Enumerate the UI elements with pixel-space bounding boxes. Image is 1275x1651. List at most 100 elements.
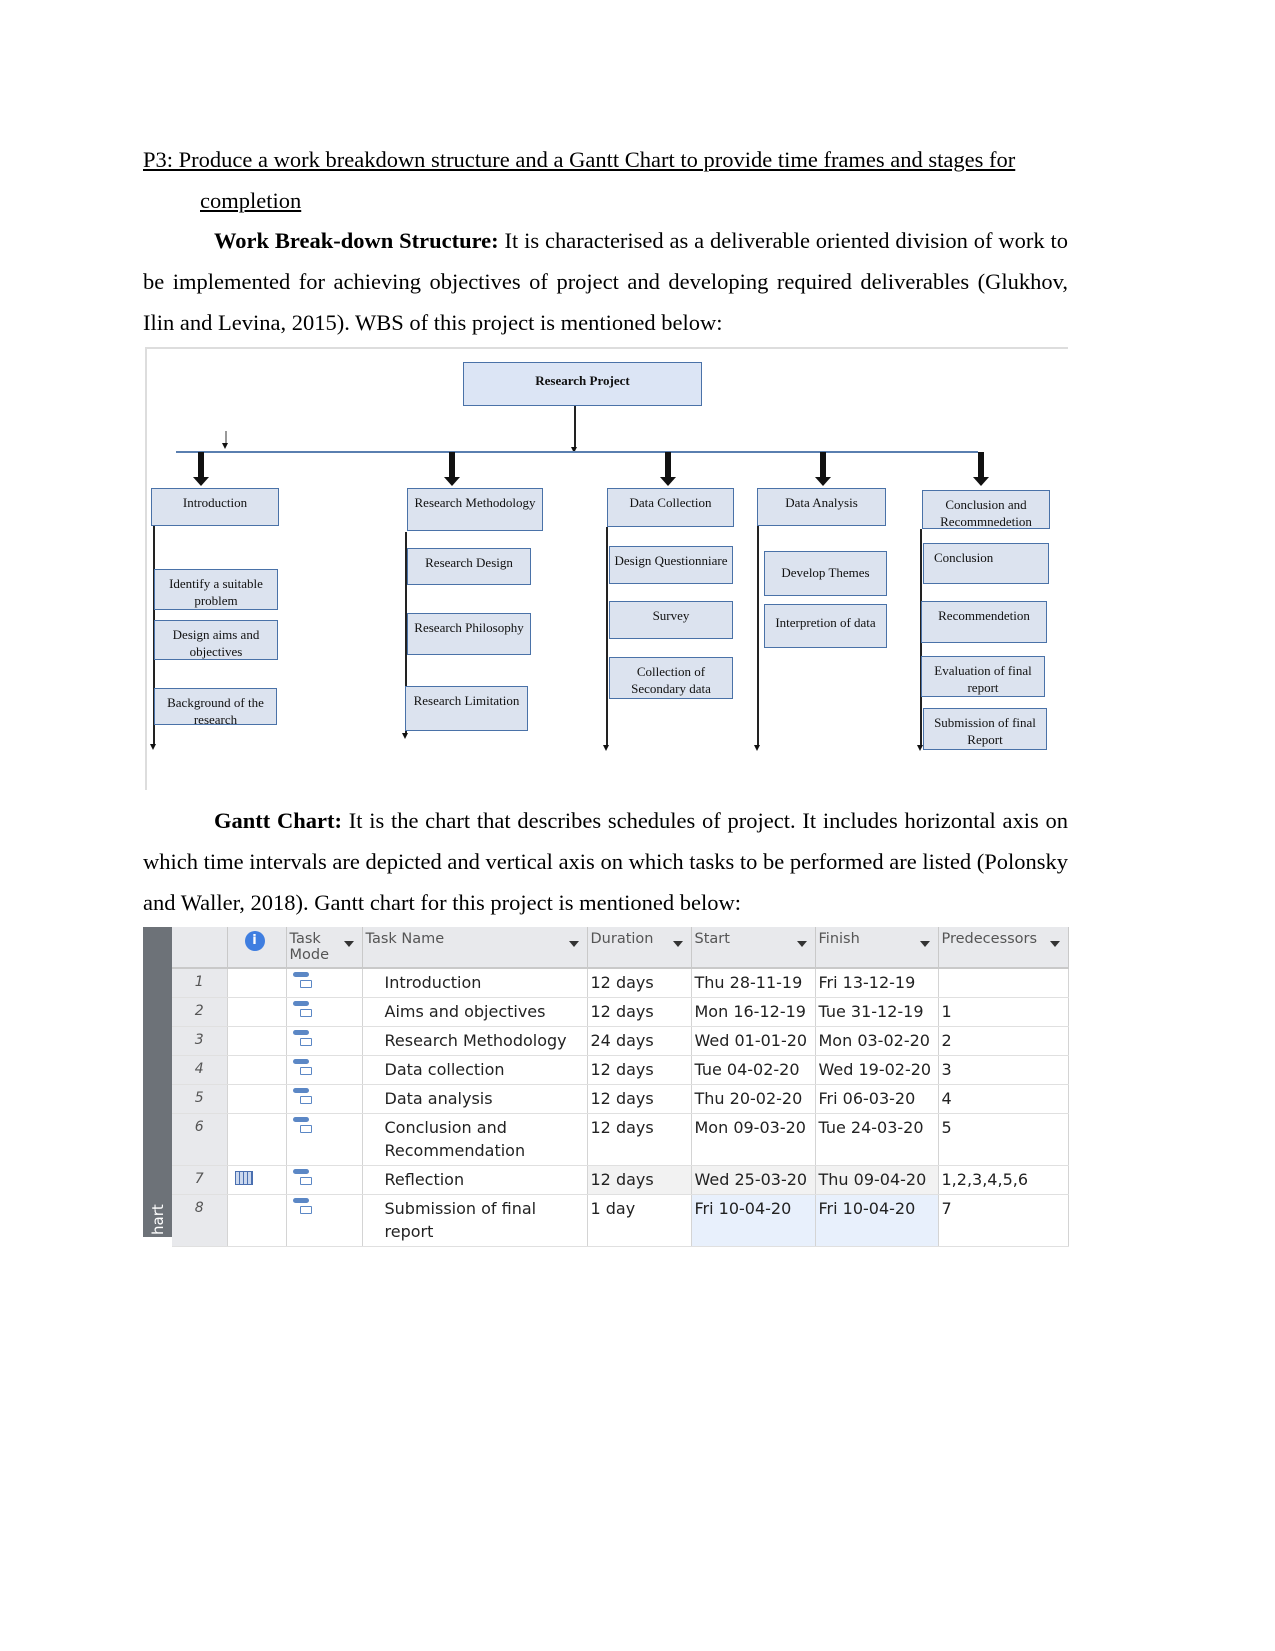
auto-scheduled-icon [292, 1058, 312, 1076]
task-mode-cell[interactable] [286, 1165, 363, 1195]
auto-scheduled-icon [292, 1168, 312, 1186]
duration-cell[interactable]: 12 days [587, 997, 692, 1027]
start-cell[interactable]: Mon 09-03-20 [691, 1113, 816, 1166]
start-cell[interactable]: Mon 16-12-19 [691, 997, 816, 1027]
finish-cell[interactable]: Wed 19-02-20 [815, 1055, 939, 1085]
arrow-down-icon [444, 452, 460, 486]
table-row[interactable]: 1 Introduction 12 days Thu 28-11-19 Fri 13-1… [172, 968, 1069, 998]
finish-cell[interactable]: Fri 13-12-19 [815, 968, 939, 998]
table-row[interactable]: 6 Conclusion and Recommendation 12 days Mon… [172, 1113, 1069, 1166]
dropdown-arrow-icon[interactable] [1049, 941, 1060, 947]
start-cell[interactable]: Tue 04-02-20 [691, 1055, 816, 1085]
task-mode-cell[interactable] [286, 1055, 363, 1085]
row-number[interactable]: 4 [172, 1055, 228, 1085]
finish-cell[interactable]: Mon 03-02-20 [815, 1026, 939, 1056]
predecessors-cell[interactable]: 1 [938, 997, 1069, 1027]
duration-cell[interactable]: 12 days [587, 1113, 692, 1166]
header-row: i Task Mode Task Name Duration Start Fin… [172, 927, 1069, 969]
wbs-item: Interpretion of data [764, 604, 887, 648]
wbs-data-analysis: Data Analysis [757, 488, 886, 526]
task-name-cell[interactable]: Data collection [362, 1055, 588, 1085]
task-name-cell[interactable]: Research Methodology [362, 1026, 588, 1056]
task-name-cell[interactable]: Aims and objectives [362, 997, 588, 1027]
task-mode-cell[interactable] [286, 968, 363, 998]
wbs-conclusion-recommendation: Conclusion and Recommnedetion [922, 490, 1050, 529]
predecessors-cell[interactable]: 7 [938, 1194, 1069, 1247]
task-mode-cell[interactable] [286, 1026, 363, 1056]
header-task-name[interactable]: Task Name [362, 927, 588, 969]
predecessors-cell[interactable]: 2 [938, 1026, 1069, 1056]
finish-cell[interactable]: Fri 10-04-20 [815, 1194, 939, 1247]
finish-cell[interactable]: Fri 06-03-20 [815, 1084, 939, 1114]
start-cell[interactable]: Fri 10-04-20 [691, 1194, 816, 1247]
duration-cell[interactable]: 24 days [587, 1026, 692, 1056]
task-mode-cell[interactable] [286, 1194, 363, 1247]
header-finish[interactable]: Finish [815, 927, 939, 969]
task-name-cell[interactable]: Reflection [362, 1165, 588, 1195]
row-number[interactable]: 1 [172, 968, 228, 998]
task-name-cell[interactable]: Conclusion and Recommendation [362, 1113, 588, 1166]
finish-cell[interactable]: Thu 09-04-20 [815, 1165, 939, 1195]
predecessors-cell[interactable]: 1,2,3,4,5,6 [938, 1165, 1069, 1195]
table-row[interactable]: 5 Data analysis 12 days Thu 20-02-20 Fri 06-… [172, 1084, 1069, 1114]
dropdown-arrow-icon[interactable] [919, 941, 930, 947]
start-cell[interactable]: Thu 28-11-19 [691, 968, 816, 998]
section-heading: P3: Produce a work breakdown structure a… [143, 147, 1016, 213]
info-icon: i [244, 931, 265, 951]
task-mode-cell[interactable] [286, 1084, 363, 1114]
header-duration[interactable]: Duration [587, 927, 692, 969]
duration-cell[interactable]: 12 days [587, 1084, 692, 1114]
task-name-cell[interactable]: Data analysis [362, 1084, 588, 1114]
indicator-cell [227, 1084, 287, 1114]
indicator-cell [227, 1113, 287, 1166]
dropdown-arrow-icon[interactable] [343, 941, 354, 947]
wbs-item: Submission of final Report [923, 708, 1047, 750]
finish-cell[interactable]: Tue 31-12-19 [815, 997, 939, 1027]
predecessors-cell[interactable]: 4 [938, 1084, 1069, 1114]
finish-cell[interactable]: Tue 24-03-20 [815, 1113, 939, 1166]
branch-connector [754, 526, 760, 751]
dropdown-arrow-icon[interactable] [568, 941, 579, 947]
row-number[interactable]: 2 [172, 997, 228, 1027]
view-bar[interactable]: hart [143, 927, 172, 1237]
predecessors-cell[interactable]: 3 [938, 1055, 1069, 1085]
header-predecessors[interactable]: Predecessors [938, 927, 1069, 969]
table-row[interactable]: 3 Research Methodology 24 days Wed 01-01-20… [172, 1026, 1069, 1056]
start-cell[interactable]: Wed 25-03-20 [691, 1165, 816, 1195]
task-mode-cell[interactable] [286, 997, 363, 1027]
table-row[interactable]: 4 Data collection 12 days Tue 04-02-20 Wed 1… [172, 1055, 1069, 1085]
dropdown-arrow-icon[interactable] [796, 941, 807, 947]
duration-cell[interactable]: 12 days [587, 968, 692, 998]
indicator-cell [227, 1026, 287, 1056]
row-number[interactable]: 8 [172, 1194, 228, 1247]
predecessors-cell[interactable] [938, 968, 1069, 998]
indicator-cell [227, 997, 287, 1027]
indicator-cell [227, 1194, 287, 1247]
table-row[interactable]: 2 Aims and objectives 12 days Mon 16-12-19 T… [172, 997, 1069, 1027]
duration-cell[interactable]: 1 day [587, 1194, 692, 1247]
calendar-icon [234, 1171, 253, 1185]
row-number[interactable]: 6 [172, 1113, 228, 1166]
header-task-mode[interactable]: Task Mode [286, 927, 363, 969]
duration-cell[interactable]: 12 days [587, 1055, 692, 1085]
dropdown-arrow-icon[interactable] [672, 941, 683, 947]
table-row[interactable]: 8 Submission of final report 1 day Fri 10-0… [172, 1194, 1069, 1247]
task-name-cell[interactable]: Submission of final report [362, 1194, 588, 1247]
duration-cell[interactable]: 12 days [587, 1165, 692, 1195]
wbs-root: Research Project [463, 362, 702, 406]
predecessors-cell[interactable]: 5 [938, 1113, 1069, 1166]
row-number[interactable]: 5 [172, 1084, 228, 1114]
header-start[interactable]: Start [691, 927, 816, 969]
row-number[interactable]: 3 [172, 1026, 228, 1056]
indicator-cell [227, 1165, 287, 1195]
task-name-cell[interactable]: Introduction [362, 968, 588, 998]
start-cell[interactable]: Wed 01-01-20 [691, 1026, 816, 1056]
table-row[interactable]: 7 Reflection 12 days Wed 25-03-20 Thu 09-04-… [172, 1165, 1069, 1195]
wbs-item: Survey [609, 601, 733, 639]
task-mode-cell[interactable] [286, 1113, 363, 1166]
root-connector [571, 406, 577, 453]
row-number[interactable]: 7 [172, 1165, 228, 1195]
auto-scheduled-icon [292, 1000, 312, 1018]
start-cell[interactable]: Thu 20-02-20 [691, 1084, 816, 1114]
header-indicators[interactable]: i [227, 927, 287, 969]
